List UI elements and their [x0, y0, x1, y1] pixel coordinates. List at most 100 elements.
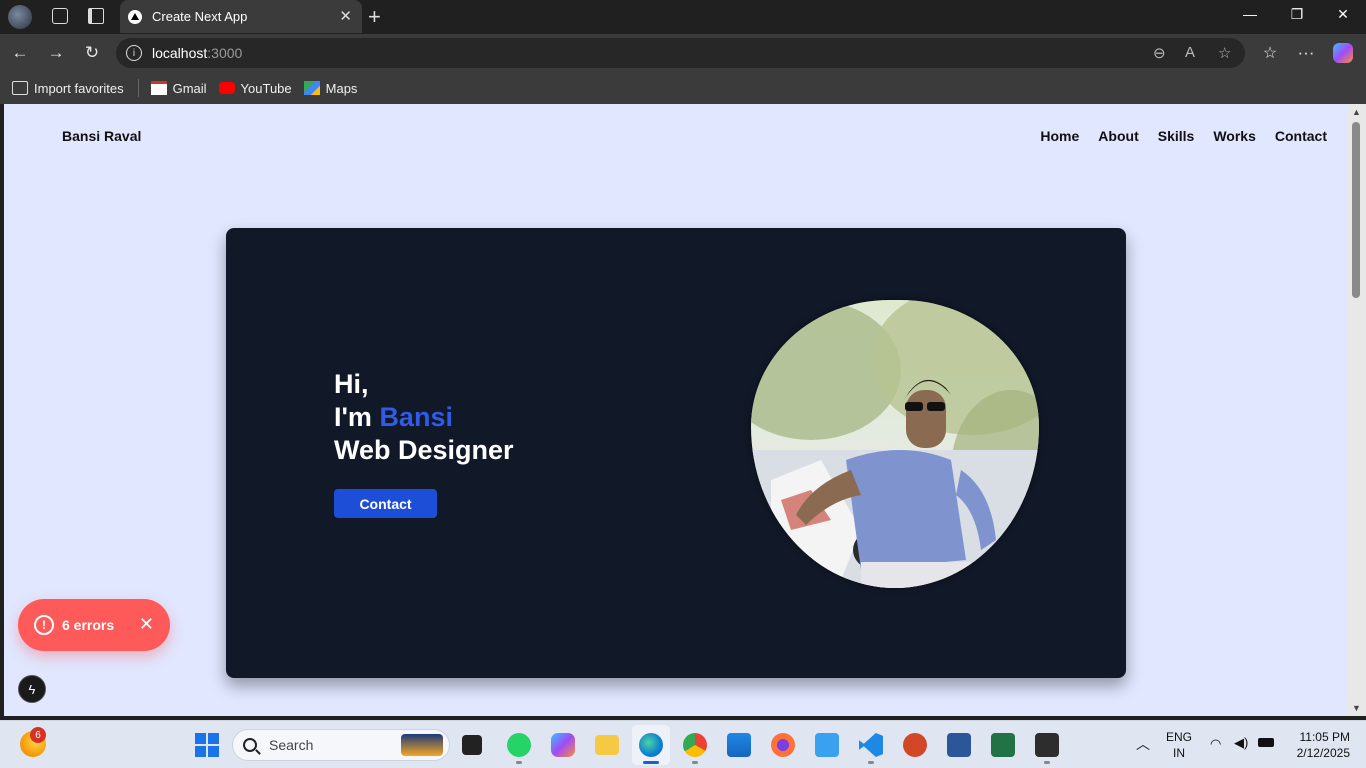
clock-date: 2/12/2025 — [1296, 746, 1350, 760]
new-tab-button[interactable]: + — [368, 4, 381, 30]
active-tab[interactable]: Create Next App ✕ — [120, 0, 362, 33]
favorites-icon[interactable]: ☆ — [1259, 43, 1281, 63]
wifi-icon[interactable]: ◠ — [1210, 736, 1221, 752]
edge-active-indicator — [643, 761, 659, 764]
search-highlight-icon — [401, 734, 443, 756]
close-window-button[interactable]: ✕ — [1333, 6, 1353, 23]
show-hidden-icons-icon[interactable]: ︿ — [1136, 734, 1150, 754]
hero-heading: Hi, I'm Bansi Web Designer — [334, 368, 514, 467]
word-icon[interactable] — [947, 733, 971, 757]
terminal-running-indicator — [1044, 761, 1050, 764]
hero-role: Web Designer — [334, 435, 514, 465]
file-explorer-icon[interactable] — [595, 735, 619, 755]
bookmark-label: Gmail — [172, 80, 207, 96]
scroll-down-icon[interactable]: ▼ — [1352, 703, 1361, 713]
nav-home[interactable]: Home — [1040, 128, 1079, 144]
bookmark-label: YouTube — [240, 80, 292, 96]
close-tab-icon[interactable]: ✕ — [339, 7, 352, 25]
hero-greeting: Hi, — [334, 369, 369, 399]
clock[interactable]: 11:05 PM 2/12/2025 — [1288, 729, 1350, 761]
nav-about[interactable]: About — [1098, 128, 1138, 144]
close-toast-icon[interactable]: ✕ — [139, 614, 154, 635]
profile-photo — [751, 300, 1039, 588]
hero-im: I'm — [334, 402, 380, 432]
lang-label: ENG — [1166, 730, 1193, 744]
minimize-button[interactable]: — — [1240, 6, 1260, 22]
nav-contact[interactable]: Contact — [1275, 128, 1327, 144]
tab-title: Create Next App — [152, 9, 248, 24]
battery-icon[interactable] — [1258, 738, 1274, 747]
powerpoint-icon[interactable] — [903, 733, 927, 757]
favorite-star-icon[interactable]: ☆ — [1218, 44, 1231, 62]
youtube-icon — [218, 82, 235, 94]
nextjs-devtools-icon[interactable]: ϟ — [18, 675, 46, 703]
bookmark-maps[interactable]: Maps — [303, 80, 358, 96]
nextjs-error-toast[interactable]: ! 6 errors ✕ — [18, 599, 170, 651]
region-label: IN — [1173, 746, 1185, 760]
notepad-icon[interactable] — [815, 733, 839, 757]
clock-time: 11:05 PM — [1299, 730, 1350, 744]
start-icon[interactable] — [195, 733, 219, 757]
copilot-app-icon[interactable] — [551, 733, 575, 757]
edge-icon[interactable] — [639, 733, 663, 757]
whatsapp-icon[interactable] — [507, 733, 531, 757]
search-placeholder: Search — [269, 737, 314, 753]
gmail-icon — [150, 81, 167, 95]
copilot-icon[interactable] — [1333, 43, 1353, 63]
site-info-icon[interactable]: i — [126, 45, 142, 61]
chrome-icon[interactable] — [683, 733, 707, 757]
bookmark-label: Import favorites — [34, 80, 124, 96]
nav-works[interactable]: Works — [1213, 128, 1256, 144]
volume-icon[interactable]: ◀) — [1234, 735, 1248, 751]
tab-actions-icon[interactable] — [88, 8, 104, 24]
store-icon[interactable] — [727, 733, 751, 757]
page-viewport: Bansi Raval Home About Skills Works Cont… — [4, 104, 1347, 716]
bookmark-youtube[interactable]: YouTube — [218, 80, 292, 96]
nextjs-favicon-icon — [128, 9, 142, 24]
more-menu-icon[interactable]: ··· — [1295, 43, 1317, 63]
import-icon — [12, 81, 28, 95]
browser-titlebar: Create Next App ✕ + — ❐ ✕ — [0, 0, 1366, 34]
url-host: localhost — [152, 45, 208, 61]
scroll-up-icon[interactable]: ▲ — [1352, 107, 1361, 117]
error-alert-icon: ! — [34, 615, 54, 635]
workspaces-icon[interactable] — [52, 8, 68, 24]
bookmark-label: Maps — [325, 80, 358, 96]
search-icon — [243, 738, 257, 752]
hero-name: Bansi — [379, 402, 453, 432]
chrome-running-indicator — [692, 761, 698, 764]
contact-button[interactable]: Contact — [334, 489, 437, 518]
maps-icon — [303, 81, 320, 95]
scrollbar-thumb[interactable] — [1352, 122, 1360, 298]
task-view-icon[interactable] — [462, 735, 482, 755]
browser-toolbar: ← → ↻ i localhost:3000 ⊖ A ☆ ☆ ··· — [0, 34, 1366, 72]
page-scrollbar[interactable]: ▲ ▼ — [1347, 104, 1366, 716]
zoom-icon[interactable]: ⊖ — [1153, 44, 1166, 62]
bookmark-gmail[interactable]: Gmail — [150, 80, 207, 96]
restore-button[interactable]: ❐ — [1287, 6, 1307, 23]
nav-skills[interactable]: Skills — [1158, 128, 1195, 144]
vscode-running-indicator — [868, 761, 874, 764]
bookmarks-bar: Import favorites Gmail YouTube Maps — [0, 72, 1366, 104]
back-button[interactable]: ← — [9, 43, 31, 63]
site-brand[interactable]: Bansi Raval — [62, 128, 141, 144]
hero-intro: I'm Bansi — [334, 401, 514, 434]
read-aloud-icon[interactable]: A — [1185, 44, 1195, 61]
profile-avatar[interactable] — [8, 5, 32, 29]
error-count: 6 errors — [62, 617, 115, 633]
site-nav: Home About Skills Works Contact — [1040, 128, 1327, 144]
firefox-icon[interactable] — [771, 733, 795, 757]
forward-button[interactable]: → — [45, 43, 67, 63]
bookmark-import-favorites[interactable]: Import favorites — [12, 81, 124, 96]
profile-photo-illustration — [751, 300, 1039, 588]
refresh-button[interactable]: ↻ — [81, 43, 103, 63]
weather-badge: 6 — [30, 727, 46, 743]
address-bar[interactable]: i localhost:3000 ⊖ A ☆ — [116, 38, 1245, 68]
bookmarks-divider — [137, 79, 139, 97]
terminal-icon[interactable] — [1035, 733, 1059, 757]
excel-icon[interactable] — [991, 733, 1015, 757]
taskbar-search[interactable]: Search — [232, 729, 450, 761]
whatsapp-running-indicator — [516, 761, 522, 764]
vscode-icon[interactable] — [859, 733, 883, 757]
language-indicator[interactable]: ENG IN — [1166, 729, 1192, 761]
